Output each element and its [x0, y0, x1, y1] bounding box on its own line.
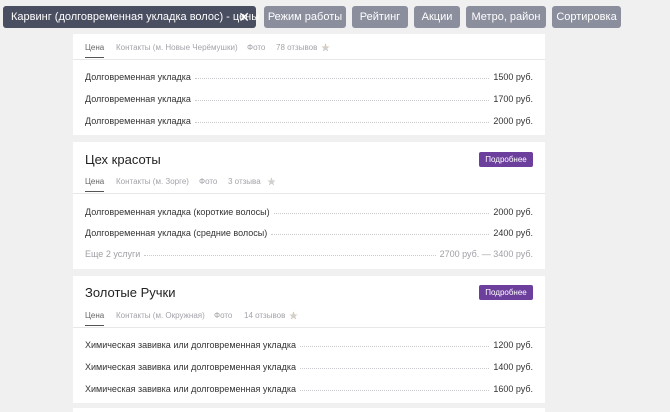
- tab-photo[interactable]: Фото: [199, 177, 217, 186]
- tab-contacts[interactable]: Контакты (м. Зорге): [116, 177, 189, 186]
- dot-leader: [144, 255, 436, 256]
- active-filter-chip[interactable]: Карвинг (долговременная укладка волос) -…: [3, 6, 260, 28]
- more-services-price: 2700 руб. — 3400 руб.: [439, 249, 533, 259]
- salon-card: Золотые Ручки Подробнее Цена Контакты (м…: [73, 276, 545, 403]
- tab-contacts[interactable]: Контакты (м. Новые Черёмушки): [116, 43, 238, 52]
- star-empty-icon: ★: [289, 311, 299, 322]
- details-button[interactable]: Подробнее: [479, 285, 533, 300]
- service-row: Долговременная укладка (короткие волосы)…: [85, 203, 533, 217]
- filter-chip-rating[interactable]: Рейтинг: [352, 6, 408, 28]
- tab-photo[interactable]: Фото: [214, 311, 232, 320]
- close-icon[interactable]: ✕: [238, 6, 250, 28]
- service-name: Химическая завивка или долговременная ук…: [85, 362, 297, 372]
- tab-price[interactable]: Цена: [85, 43, 104, 52]
- more-services-link[interactable]: Еще 2 услуги: [85, 249, 140, 259]
- tab-underline: [85, 325, 104, 326]
- service-row: Долговременная укладка 1500 руб.: [85, 68, 533, 82]
- filter-chip-promotions[interactable]: Акции: [414, 6, 460, 28]
- card-divider: [73, 193, 545, 194]
- service-name: Долговременная укладка: [85, 94, 191, 104]
- tab-price[interactable]: Цена: [85, 311, 104, 320]
- details-button[interactable]: Подробнее: [479, 152, 533, 167]
- service-price: 2000 руб.: [493, 116, 533, 126]
- dot-leader: [273, 213, 490, 214]
- tab-reviews[interactable]: 14 отзывов: [244, 311, 285, 320]
- more-services-row[interactable]: Еще 2 услуги 2700 руб. — 3400 руб.: [85, 245, 533, 259]
- filter-chip-hours[interactable]: Режим работы: [264, 6, 346, 28]
- service-price: 1500 руб.: [493, 72, 533, 82]
- card-divider: [73, 327, 545, 328]
- tab-reviews[interactable]: 3 отзыва: [228, 177, 261, 186]
- dot-leader: [194, 78, 490, 79]
- salon-card: Цена Контакты (м. Новые Черёмушки) Фото …: [73, 24, 545, 135]
- service-price: 2400 руб.: [493, 228, 533, 238]
- card-tabs: Цена Контакты (м. Окружная) Фото 14 отзы…: [85, 311, 385, 327]
- dot-leader: [271, 234, 490, 235]
- salon-name[interactable]: Цех красоты: [85, 152, 161, 167]
- service-price: 1400 руб.: [493, 362, 533, 372]
- service-row: Химическая завивка или долговременная ук…: [85, 358, 533, 372]
- service-name: Долговременная укладка (короткие волосы): [85, 207, 270, 217]
- dot-leader: [300, 368, 490, 369]
- service-row: Химическая завивка или долговременная ук…: [85, 380, 533, 394]
- active-filter-label: Карвинг (долговременная укладка волос) -…: [11, 11, 260, 23]
- service-row: Долговременная укладка 1700 руб.: [85, 90, 533, 104]
- star-empty-icon: ★: [267, 177, 277, 188]
- service-name: Долговременная укладка (средние волосы): [85, 228, 268, 238]
- service-name: Долговременная укладка: [85, 116, 191, 126]
- tab-price[interactable]: Цена: [85, 177, 104, 186]
- service-row: Химическая завивка или долговременная ук…: [85, 336, 533, 350]
- service-price: 1200 руб.: [493, 340, 533, 350]
- service-row: Долговременная укладка 2000 руб.: [85, 112, 533, 126]
- salon-card: Цех красоты Подробнее Цена Контакты (м. …: [73, 142, 545, 269]
- dot-leader: [300, 390, 490, 391]
- dot-leader: [194, 122, 490, 123]
- service-name: Химическая завивка или долговременная ук…: [85, 340, 297, 350]
- service-row: Долговременная укладка (средние волосы) …: [85, 224, 533, 238]
- tab-reviews[interactable]: 78 отзывов: [276, 43, 317, 52]
- dot-leader: [300, 346, 490, 347]
- service-price: 2000 руб.: [493, 207, 533, 217]
- service-price: 1600 руб.: [493, 384, 533, 394]
- filter-chip-sort[interactable]: Сортировка: [552, 6, 621, 28]
- filter-chip-metro[interactable]: Метро, район: [466, 6, 546, 28]
- tab-underline: [85, 191, 104, 192]
- salon-card: [73, 408, 545, 412]
- tab-contacts[interactable]: Контакты (м. Окружная): [116, 311, 205, 320]
- card-tabs: Цена Контакты (м. Зорге) Фото 3 отзыва ★…: [85, 177, 385, 193]
- service-name: Химическая завивка или долговременная ук…: [85, 384, 297, 394]
- filter-bar: Карвинг (долговременная укладка волос) -…: [0, 0, 670, 34]
- tab-underline: [85, 57, 104, 58]
- service-price: 1700 руб.: [493, 94, 533, 104]
- salon-name[interactable]: Золотые Ручки: [85, 285, 176, 300]
- card-tabs: Цена Контакты (м. Новые Черёмушки) Фото …: [85, 43, 385, 59]
- dot-leader: [194, 100, 490, 101]
- card-divider: [73, 59, 545, 60]
- star-empty-icon: ★: [321, 43, 331, 54]
- tab-photo[interactable]: Фото: [247, 43, 265, 52]
- service-name: Долговременная укладка: [85, 72, 191, 82]
